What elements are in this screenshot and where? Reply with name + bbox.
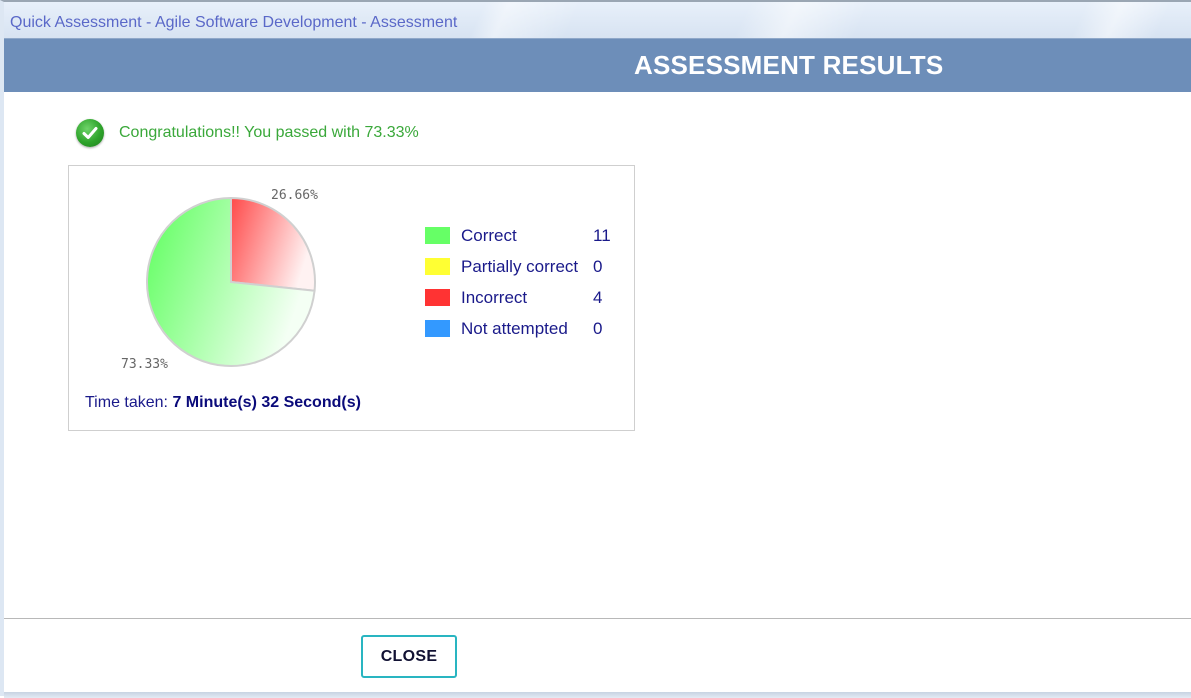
assessment-window: Quick Assessment - Agile Software Develo…: [0, 0, 1191, 698]
legend-count: 4: [593, 287, 603, 307]
page-title: ASSESSMENT RESULTS: [634, 50, 944, 80]
legend-item-correct: Correct 11: [425, 220, 625, 251]
window-title: Quick Assessment - Agile Software Develo…: [10, 14, 458, 31]
time-taken: Time taken: 7 Minute(s) 32 Second(s): [85, 394, 361, 412]
legend-label: Not attempted: [461, 318, 568, 338]
legend-swatch: [425, 227, 450, 244]
legend-count: 0: [593, 318, 603, 338]
pie-slice-incorrect: [230, 196, 316, 292]
results-panel: 73.33% 26.66% Correct 11 Partially corre…: [68, 165, 635, 431]
checkmark-icon: [82, 127, 98, 139]
pie-label-incorrect: 26.66%: [271, 188, 318, 203]
legend-label: Partially correct: [461, 256, 579, 276]
legend-count: 11: [593, 225, 611, 245]
legend-swatch: [425, 320, 450, 337]
legend-count: 0: [593, 256, 603, 276]
title-bar: Quick Assessment - Agile Software Develo…: [4, 2, 1191, 38]
legend-label: Incorrect: [461, 287, 528, 307]
window-bottom-edge: [4, 692, 1191, 698]
results-header: ASSESSMENT RESULTS: [4, 38, 1191, 92]
pie-chart: 73.33% 26.66%: [121, 186, 369, 386]
check-circle-icon: [76, 119, 104, 147]
close-button[interactable]: CLOSE: [361, 635, 457, 678]
legend-label: Correct: [461, 225, 517, 245]
time-taken-label: Time taken:: [85, 394, 168, 411]
result-message: Congratulations!! You passed with 73.33%: [76, 118, 419, 148]
legend-item-incorrect: Incorrect 4: [425, 282, 625, 313]
footer-divider: [4, 618, 1191, 619]
time-taken-value: 7 Minute(s) 32 Second(s): [172, 394, 361, 411]
chart-legend: Correct 11 Partially correct 0 Incorrect…: [425, 220, 625, 344]
result-text: Congratulations!! You passed with 73.33%: [119, 124, 419, 141]
legend-item-not-attempted: Not attempted 0: [425, 313, 625, 344]
pie-chart-svg: [146, 196, 316, 367]
pie-label-correct: 73.33%: [121, 357, 168, 372]
legend-swatch: [425, 289, 450, 306]
legend-swatch: [425, 258, 450, 275]
legend-item-partially-correct: Partially correct 0: [425, 251, 625, 282]
